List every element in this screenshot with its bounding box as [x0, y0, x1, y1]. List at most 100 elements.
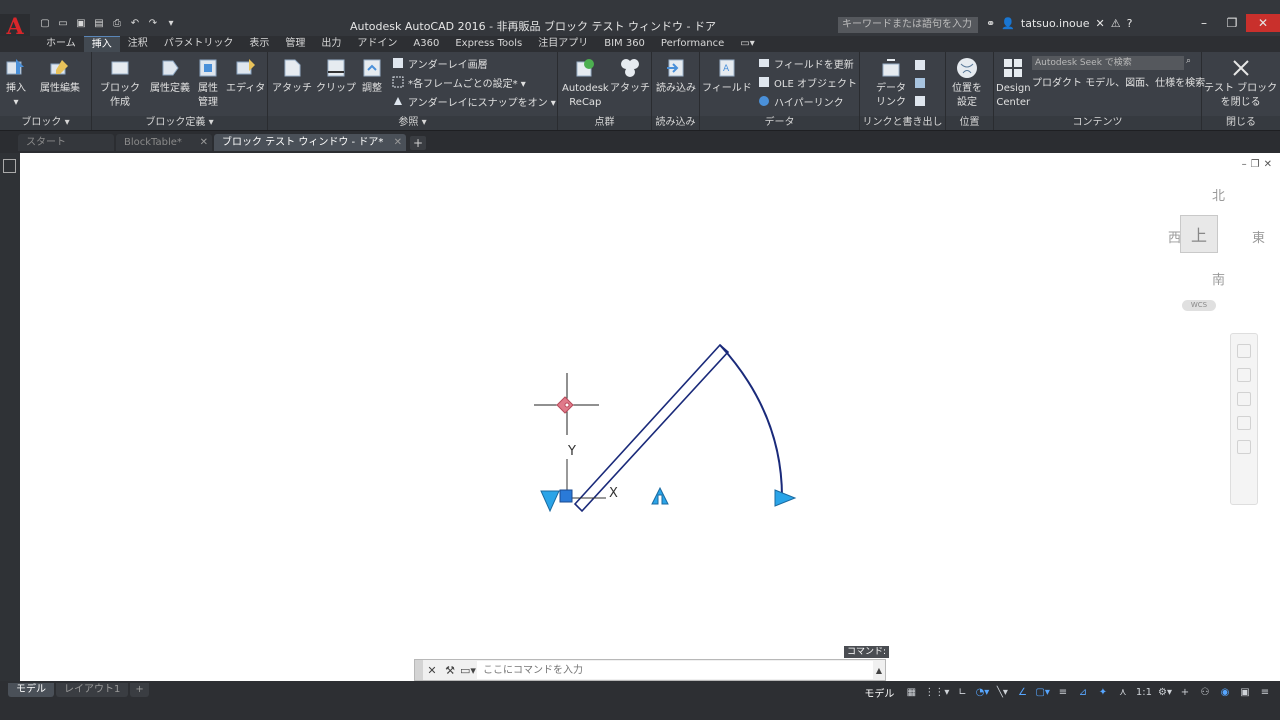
tab-featured-apps[interactable]: 注目アプリ: [530, 36, 596, 52]
hyperlink-button[interactable]: ハイパーリンク: [758, 92, 844, 110]
add-layout-button[interactable]: +: [130, 683, 149, 697]
layout-tab-layout1[interactable]: レイアウト1: [56, 683, 129, 697]
maximize-button[interactable]: ❐: [1218, 14, 1246, 32]
panel-title-block-definition[interactable]: ブロック定義 ▾: [92, 116, 267, 130]
drawing-area[interactable]: – ❐ ✕ 北 西 東 南 上 WCS Y X: [20, 153, 1280, 681]
redo-icon[interactable]: ↷: [146, 16, 160, 30]
data-link-button[interactable]: データ リンク: [876, 56, 906, 110]
close-window-button[interactable]: ✕: [1246, 14, 1280, 32]
tab-parametric[interactable]: パラメトリック: [156, 36, 242, 52]
flip-grip-down[interactable]: [540, 490, 560, 513]
username[interactable]: tatsuo.inoue: [1021, 17, 1090, 30]
panel-title-reference[interactable]: 参照 ▾: [268, 116, 557, 130]
update-fields-button[interactable]: フィールドを更新: [758, 54, 854, 72]
clean-screen-icon[interactable]: ▣: [1238, 684, 1252, 700]
selection-cycling-icon[interactable]: ⊿: [1076, 684, 1090, 700]
tab-view[interactable]: 表示: [241, 36, 277, 52]
flip-grip-up[interactable]: [651, 486, 669, 505]
seek-search-icon[interactable]: ⌕: [1186, 56, 1198, 70]
tab-insert[interactable]: 挿入: [83, 36, 120, 52]
close-test-block-button[interactable]: テスト ブロック を閉じる: [1204, 56, 1277, 110]
upload-source-icon[interactable]: [914, 56, 926, 74]
auto-scale-icon[interactable]: ⋏: [1116, 684, 1130, 700]
annotation-visibility-icon[interactable]: ✦: [1096, 684, 1110, 700]
hardware-acceleration-icon[interactable]: ◉: [1218, 684, 1232, 700]
close-tab-icon[interactable]: ✕: [200, 134, 208, 151]
set-location-button[interactable]: 位置を 設定: [952, 56, 982, 110]
properties-palette-icon[interactable]: [3, 159, 16, 173]
edit-attribute-button[interactable]: 属性編集: [40, 56, 80, 96]
save-icon[interactable]: ▣: [74, 16, 88, 30]
tab-output[interactable]: 出力: [313, 36, 349, 52]
tab-a360[interactable]: A360: [405, 36, 447, 52]
tab-bim360[interactable]: BIM 360: [596, 36, 653, 52]
plus-icon[interactable]: +: [1178, 684, 1192, 700]
close-command-icon[interactable]: ✕: [423, 660, 441, 680]
underlay-layers-button[interactable]: アンダーレイ画層: [392, 54, 488, 72]
door-swing-arc[interactable]: [719, 344, 783, 498]
print-icon[interactable]: ⎙: [110, 16, 124, 30]
tab-manage[interactable]: 管理: [277, 36, 313, 52]
command-line-grip[interactable]: [415, 660, 423, 680]
adjust-button[interactable]: 調整: [360, 56, 384, 96]
define-attributes-button[interactable]: 属性定義: [150, 56, 190, 96]
snap-mode-icon[interactable]: ⋮⋮▾: [924, 684, 949, 700]
frames-setting-dropdown[interactable]: *各フレームごとの設定* ▾: [392, 73, 526, 91]
exchange-icon[interactable]: ✕: [1096, 17, 1105, 30]
qat-dropdown-icon[interactable]: ▾: [164, 16, 178, 30]
minimize-button[interactable]: –: [1190, 14, 1218, 32]
tab-performance[interactable]: Performance: [653, 36, 732, 52]
stretch-grip-right[interactable]: [774, 489, 797, 507]
ortho-icon[interactable]: ∟: [955, 684, 969, 700]
attach-button[interactable]: アタッチ: [272, 56, 312, 96]
object-snap-icon[interactable]: ▢▾: [1035, 684, 1049, 700]
panel-title-block[interactable]: ブロック ▾: [0, 116, 91, 130]
binoculars-icon[interactable]: ⚭: [986, 17, 995, 30]
grid-icon[interactable]: ▦: [904, 684, 918, 700]
field-button[interactable]: A フィールド: [702, 56, 752, 96]
workspace-gear-icon[interactable]: ⚙▾: [1158, 684, 1172, 700]
autodesk-recap-button[interactable]: Autodesk ReCap: [562, 56, 609, 110]
download-source-icon[interactable]: [914, 74, 926, 92]
new-tab-button[interactable]: +: [410, 136, 426, 150]
extract-data-icon[interactable]: [914, 92, 926, 110]
customize-wrench-icon[interactable]: ⚒: [441, 660, 459, 680]
create-block-button[interactable]: ブロック 作成: [100, 56, 140, 110]
tab-annotate[interactable]: 注釈: [120, 36, 156, 52]
new-icon[interactable]: ▢: [38, 16, 52, 30]
insert-button[interactable]: 挿入 ▾: [4, 56, 28, 110]
command-history-arrow-icon[interactable]: ▲: [873, 660, 885, 680]
annotation-scale[interactable]: 1:1: [1136, 684, 1152, 700]
tab-addins[interactable]: アドイン: [349, 36, 405, 52]
clip-button[interactable]: クリップ: [316, 56, 356, 96]
door-leaf[interactable]: [573, 343, 730, 513]
seek-search-input[interactable]: Autodesk Seek で検索: [1032, 56, 1184, 70]
underlay-snap-dropdown[interactable]: アンダーレイにスナップをオン ▾: [392, 92, 556, 110]
object-snap-tracking-icon[interactable]: ∠: [1015, 684, 1029, 700]
tab-home[interactable]: ホーム: [38, 36, 84, 52]
ribbon-options-icon[interactable]: ▭▾: [732, 36, 762, 52]
tab-express-tools[interactable]: Express Tools: [447, 36, 530, 52]
command-input[interactable]: [477, 661, 873, 679]
manage-attributes-button[interactable]: 属性 管理: [196, 56, 220, 110]
insertion-base-grip[interactable]: [559, 489, 573, 503]
design-center-button[interactable]: Design Center: [996, 56, 1031, 110]
polar-tracking-icon[interactable]: ◔▾: [975, 684, 990, 700]
file-tab-blocktable[interactable]: BlockTable* ✕: [116, 134, 212, 151]
customization-menu-icon[interactable]: ≡: [1258, 684, 1272, 700]
block-editor-button[interactable]: エディタ: [226, 56, 265, 96]
file-tab-start[interactable]: スタート: [18, 134, 114, 151]
saveas-icon[interactable]: ▤: [92, 16, 106, 30]
open-icon[interactable]: ▭: [56, 16, 70, 30]
stay-connected-icon[interactable]: ⚠: [1111, 17, 1121, 30]
model-space-toggle[interactable]: モデル: [860, 684, 898, 700]
undo-icon[interactable]: ↶: [128, 16, 142, 30]
import-button[interactable]: 読み込み: [656, 56, 696, 96]
layout-tab-model[interactable]: モデル: [8, 683, 54, 697]
keyword-search-input[interactable]: キーワードまたは語句を入力: [838, 17, 978, 33]
close-tab-icon[interactable]: ✕: [394, 134, 402, 151]
recent-commands-icon[interactable]: ▭▾: [459, 660, 477, 680]
pointcloud-attach-button[interactable]: アタッチ: [610, 56, 650, 96]
help-icon[interactable]: ?: [1127, 17, 1133, 30]
file-tab-block-test-window[interactable]: ブロック テスト ウィンドウ - ドア* ✕: [214, 134, 406, 151]
